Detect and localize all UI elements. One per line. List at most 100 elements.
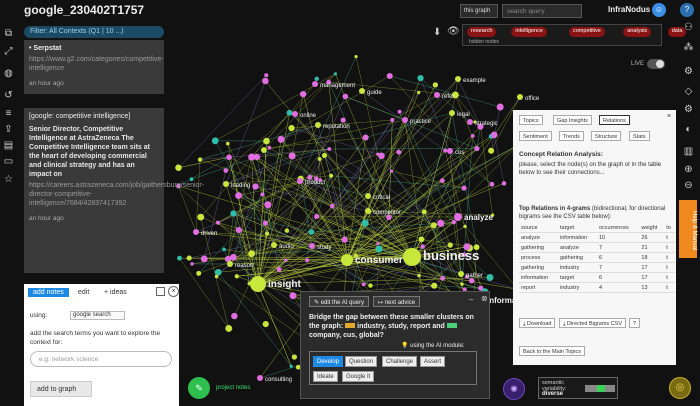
graph-node[interactable] — [329, 203, 335, 209]
graph-node[interactable] — [262, 77, 269, 85]
graph-node-guide[interactable] — [359, 88, 365, 94]
graph-node[interactable] — [286, 109, 293, 116]
zoom-out-icon[interactable]: ⊖ — [682, 180, 695, 192]
graph-node[interactable] — [289, 364, 293, 368]
node-label-study[interactable]: study — [317, 245, 331, 251]
next-advice-button[interactable]: ↦ next advice — [373, 296, 421, 307]
graph-node[interactable] — [314, 76, 319, 82]
node-label-critical[interactable]: critical — [373, 195, 390, 201]
node-label-audio[interactable]: audio — [279, 244, 294, 250]
node-label-consulting[interactable]: consulting — [265, 377, 292, 383]
graph-node[interactable] — [225, 141, 230, 146]
graph-node-audio[interactable] — [271, 242, 277, 248]
node-label-consumer[interactable]: consumer — [355, 255, 403, 266]
node-label-leading[interactable]: leading — [231, 183, 250, 189]
layers-icon[interactable]: ⧉ — [3, 28, 14, 39]
graph-node-management[interactable] — [312, 81, 318, 87]
node-label-example[interactable]: example — [463, 78, 486, 84]
ideate-button[interactable]: Ideate — [313, 371, 338, 382]
graph-node-gather[interactable] — [458, 271, 464, 277]
table-row[interactable]: analyze information 10 26 t — [519, 232, 675, 243]
node-label-analyze[interactable]: analyze — [464, 213, 493, 222]
graph-node[interactable] — [262, 321, 269, 328]
history-icon[interactable]: ↺ — [3, 90, 14, 101]
node-label-reputation[interactable]: reputation — [323, 124, 350, 130]
graph-node[interactable] — [361, 219, 369, 227]
graph-node[interactable] — [378, 152, 385, 160]
graph-node[interactable] — [196, 270, 202, 276]
graph-node-consulting[interactable] — [257, 375, 263, 381]
node-label-driven[interactable]: driven — [201, 231, 217, 237]
col-extra[interactable]: to — [664, 223, 675, 233]
graph-node[interactable] — [327, 147, 332, 151]
graph-node[interactable] — [470, 133, 475, 138]
tag-competitive[interactable]: competitive — [569, 27, 605, 37]
graph-node[interactable] — [333, 72, 337, 76]
graph-node[interactable] — [260, 192, 265, 197]
tab-structure[interactable]: Structure — [591, 131, 622, 141]
star-icon[interactable]: ☆ — [3, 174, 14, 185]
graph-node[interactable] — [416, 90, 421, 95]
graph-node[interactable] — [463, 224, 467, 229]
edit-ai-query-button[interactable]: ✎ edit the AI query — [309, 296, 370, 307]
graph-node[interactable] — [226, 154, 232, 161]
node-label-insight[interactable]: insight — [268, 279, 301, 290]
graph-node-insight[interactable] — [250, 276, 266, 292]
graph-node-consumer[interactable] — [341, 254, 353, 266]
graph-node[interactable] — [368, 283, 373, 288]
download-button[interactable]: ⤓ Download — [519, 318, 556, 328]
result-url[interactable]: https://careers.astrazeneca.com/job/gait… — [29, 181, 204, 208]
close-icon[interactable]: × — [168, 286, 179, 297]
ai-brain-icon[interactable]: ✺ — [503, 378, 525, 400]
graph-node[interactable] — [342, 93, 349, 100]
graph-node-practice[interactable] — [402, 117, 408, 123]
graph-node[interactable] — [386, 72, 393, 80]
graph-node[interactable] — [200, 255, 208, 263]
node-label-cus[interactable]: cus — [455, 150, 464, 156]
minimize-icon[interactable] — [156, 287, 165, 296]
graph-select[interactable]: this graph — [460, 4, 498, 18]
tab-edit[interactable]: edit — [78, 289, 89, 296]
graph-node[interactable] — [189, 177, 194, 182]
fullscreen-icon[interactable]: ⤢ — [3, 46, 14, 57]
graph-node[interactable] — [489, 181, 495, 187]
graph-node[interactable] — [288, 152, 296, 160]
graph-node[interactable] — [222, 247, 226, 252]
graph-node[interactable] — [252, 183, 259, 190]
graph-node[interactable] — [397, 109, 402, 114]
user-avatar[interactable]: ☺ — [652, 3, 666, 17]
graph-node[interactable] — [354, 54, 358, 59]
diamond-icon[interactable]: ◇ — [682, 86, 695, 98]
graph-node[interactable] — [474, 146, 480, 152]
contrast-icon[interactable]: ◐ — [682, 124, 695, 136]
graph-node[interactable] — [376, 242, 380, 246]
node-label-online[interactable]: online — [300, 113, 317, 119]
graph-node[interactable] — [291, 354, 298, 360]
node-label-competitor[interactable]: competitor — [373, 210, 401, 216]
graph-node-refer[interactable] — [434, 92, 440, 98]
graph-node[interactable] — [418, 236, 425, 243]
graph-node[interactable] — [264, 231, 270, 236]
graph-node[interactable] — [496, 103, 504, 111]
col-weight[interactable]: weight — [639, 223, 665, 233]
graph-node[interactable] — [225, 324, 233, 332]
zoom-in-icon[interactable]: ⊕ — [682, 164, 695, 176]
graph-node[interactable] — [214, 274, 219, 279]
table-row[interactable]: report industry 4 13 t — [519, 282, 675, 293]
add-to-graph-button[interactable]: add to graph — [30, 381, 92, 397]
graph-node[interactable] — [267, 145, 272, 150]
help-button[interactable]: ? — [629, 318, 641, 328]
graph-node[interactable] — [190, 262, 194, 266]
tag-analysis[interactable]: analysis — [623, 27, 652, 37]
graph-node[interactable] — [230, 210, 237, 217]
graph-node-leading[interactable] — [223, 181, 229, 187]
graph-node[interactable] — [329, 173, 334, 178]
graph-node[interactable] — [197, 157, 203, 162]
minimize-icon[interactable]: – — [469, 295, 473, 304]
graph-node[interactable] — [262, 220, 268, 226]
graph-node[interactable] — [235, 192, 242, 199]
graph-node[interactable] — [341, 236, 348, 243]
tab-gap-insights[interactable]: Gap Insights — [553, 115, 592, 125]
graph-node[interactable] — [447, 242, 453, 248]
project-notes-button[interactable]: ✎ — [188, 377, 210, 399]
